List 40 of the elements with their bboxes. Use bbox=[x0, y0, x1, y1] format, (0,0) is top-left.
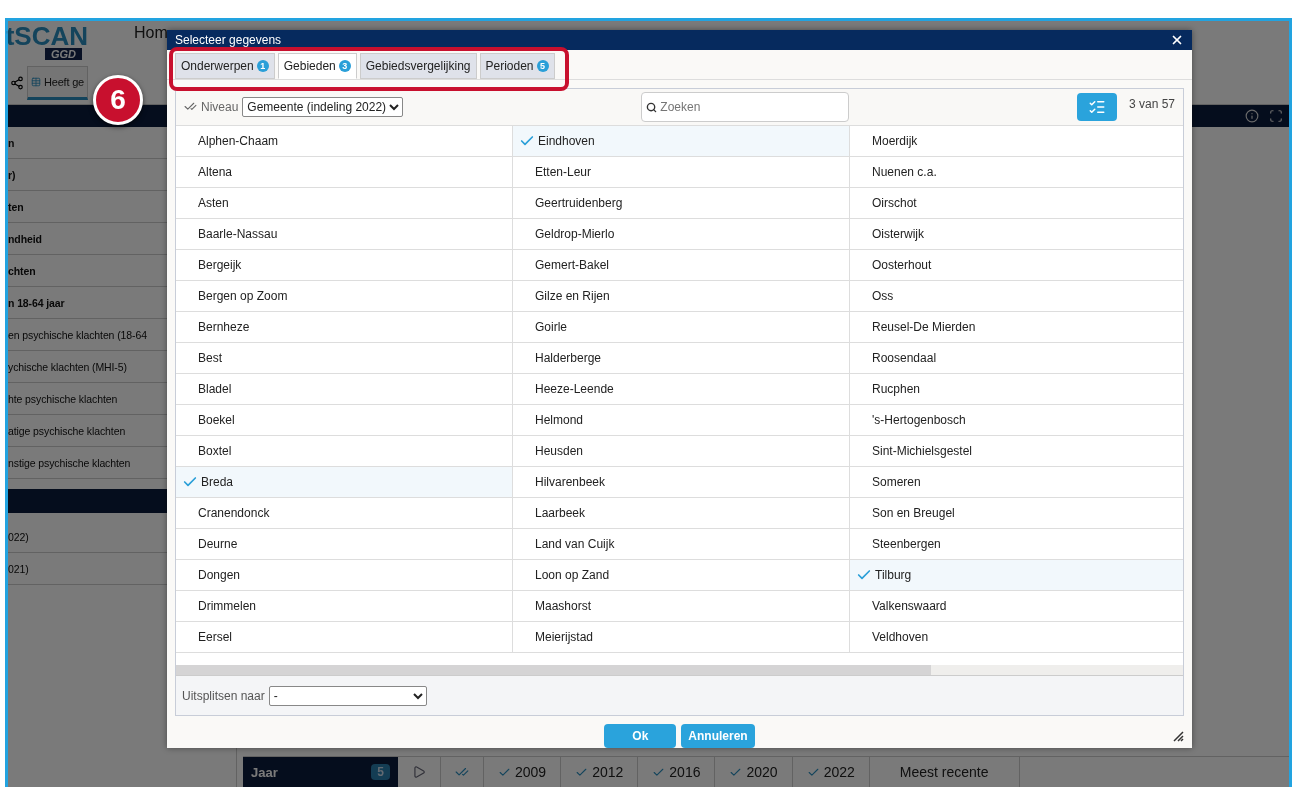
level-select[interactable]: Gemeente (indeling 2022) bbox=[242, 96, 404, 117]
area-item[interactable]: Breda bbox=[176, 466, 512, 498]
tab[interactable]: Gebieden 3 bbox=[277, 52, 357, 79]
count-badge: 5 bbox=[536, 59, 549, 72]
year-option[interactable]: 2020 bbox=[715, 757, 793, 787]
area-item[interactable]: Tilburg bbox=[850, 559, 1183, 591]
period-label-text: Jaar bbox=[251, 764, 278, 780]
level-label: Niveau bbox=[201, 99, 239, 114]
table-icon bbox=[31, 76, 41, 87]
view-tab[interactable]: Heeft ge bbox=[27, 65, 88, 100]
count-badge: 5 bbox=[371, 764, 390, 780]
fullscreen-icon[interactable] bbox=[1269, 109, 1283, 123]
year-option[interactable]: 2022 bbox=[792, 757, 870, 787]
logo-subtext: GGD bbox=[44, 48, 82, 60]
resize-grip-icon[interactable] bbox=[1172, 730, 1184, 742]
check-all-icon[interactable] bbox=[455, 765, 469, 779]
play-icon[interactable] bbox=[412, 765, 426, 779]
year-option[interactable]: 2012 bbox=[561, 757, 639, 787]
share-icon[interactable] bbox=[10, 75, 24, 90]
scrollbar[interactable] bbox=[176, 665, 1183, 676]
dialog-title: Selecteer gegevens bbox=[175, 33, 282, 47]
area-item[interactable]: Eindhoven bbox=[513, 125, 849, 157]
scroll-thumb[interactable] bbox=[176, 665, 931, 675]
info-icon[interactable] bbox=[1245, 109, 1259, 123]
search-icon bbox=[646, 101, 658, 113]
count-badge: 3 bbox=[338, 59, 351, 72]
split-label: Uitsplitsen naar bbox=[182, 688, 265, 703]
split-select[interactable]: - bbox=[268, 685, 427, 706]
recent-option[interactable]: Meest recente bbox=[869, 757, 1020, 787]
count-badge: 1 bbox=[256, 59, 269, 72]
search-field[interactable]: Zoeken bbox=[641, 91, 850, 122]
select-list-button[interactable] bbox=[1076, 92, 1117, 121]
tab[interactable]: Onderwerpen 1 bbox=[175, 52, 275, 79]
nav-link[interactable]: Hom bbox=[134, 24, 168, 42]
year-option[interactable]: 2016 bbox=[638, 757, 716, 787]
tab[interactable]: Gebiedsvergelijking bbox=[359, 52, 477, 79]
tab[interactable]: Perioden 5 bbox=[479, 52, 555, 79]
close-icon[interactable] bbox=[1170, 33, 1184, 47]
selection-count: 3 van 57 bbox=[1128, 96, 1175, 111]
year-option[interactable]: 2009 bbox=[484, 757, 562, 787]
